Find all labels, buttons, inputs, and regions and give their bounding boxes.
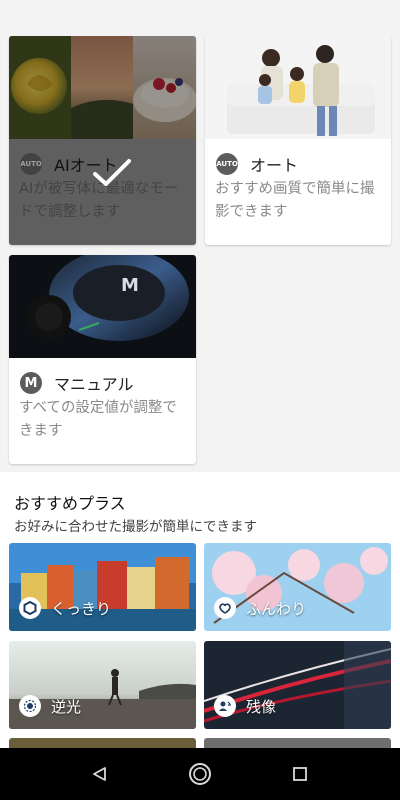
tile-partial[interactable] — [204, 738, 391, 748]
ai-auto-mode-icon: AUTO — [20, 153, 42, 175]
section-subtitle: お好みに合わせた撮影が簡単にできます — [14, 519, 257, 535]
mode-card-ai-auto[interactable]: AUTO AIオート AIが被写体に最適なモードで調整します — [9, 36, 196, 245]
backlight-icon — [19, 695, 41, 717]
tile-zanzo[interactable]: 残像 — [204, 641, 391, 729]
tile-gyakko[interactable]: 逆光 — [9, 641, 196, 729]
tile-partial[interactable] — [9, 738, 196, 748]
back-button[interactable] — [86, 760, 114, 788]
afterimage-icon — [214, 695, 236, 717]
manual-thumbnail: M — [9, 255, 196, 358]
home-icon — [189, 763, 211, 785]
navigation-bar — [0, 748, 400, 800]
tile-label: 残像 — [246, 697, 277, 716]
soft-icon — [214, 597, 236, 619]
home-button[interactable] — [186, 760, 214, 788]
back-icon — [93, 767, 106, 781]
svg-text:M: M — [121, 275, 139, 296]
mode-card-manual[interactable]: M M マニュアル すべての設定値が調整できます — [9, 255, 196, 464]
mode-title: マニュアル — [54, 375, 134, 394]
tile-label: くっきり — [51, 599, 112, 618]
recents-button[interactable] — [286, 760, 314, 788]
mode-card-auto[interactable]: AUTO オート おすすめ画質で簡単に撮影できます — [205, 36, 391, 245]
checkmark-icon — [93, 159, 131, 186]
tile-label: ふんわり — [246, 599, 307, 618]
recommended-plus-section: おすすめプラス お好みに合わせた撮影が簡単にできます くっきり ふんわり 逆光 … — [0, 472, 400, 748]
manual-mode-icon: M — [20, 372, 42, 394]
auto-mode-icon: AUTO — [216, 153, 238, 175]
mode-title: オート — [250, 156, 299, 175]
auto-thumbnail — [205, 36, 391, 139]
section-title: おすすめプラス — [14, 494, 126, 513]
shooting-mode-grid: AUTO AIオート AIが被写体に最適なモードで調整します AUTO オート … — [0, 0, 400, 472]
ai-auto-thumbnail — [9, 36, 196, 139]
sharp-icon — [19, 597, 41, 619]
tile-label: 逆光 — [51, 697, 82, 716]
mode-description: すべての設定値が調整できます — [19, 400, 177, 439]
recents-icon — [293, 767, 307, 781]
tile-funwari[interactable]: ふんわり — [204, 543, 391, 631]
tile-kukkiri[interactable]: くっきり — [9, 543, 196, 631]
mode-description: おすすめ画質で簡単に撮影できます — [215, 181, 375, 220]
